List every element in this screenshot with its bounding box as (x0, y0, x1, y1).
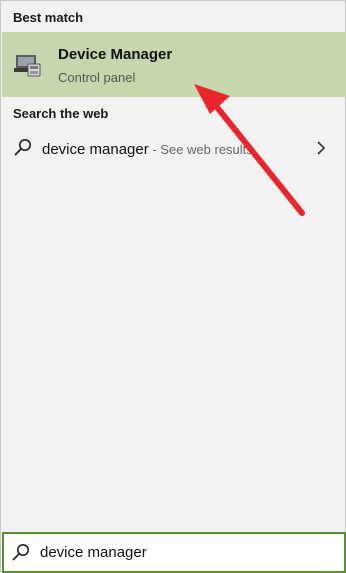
web-search-result[interactable]: device manager - See web results (2, 130, 346, 166)
search-icon (12, 544, 29, 561)
search-input[interactable] (40, 540, 330, 564)
chevron-right-icon[interactable] (316, 140, 326, 156)
web-hint: - See web results (148, 142, 253, 157)
web-result-text: device manager - See web results (42, 141, 253, 158)
best-match-device-manager[interactable]: Device Manager Control panel (2, 32, 346, 97)
device-manager-icon (14, 55, 41, 77)
web-query: device manager (42, 141, 149, 158)
app-subtitle: Control panel (58, 70, 136, 85)
search-results-panel: Best match Device Manager Control panel … (0, 0, 346, 573)
search-icon (14, 139, 31, 156)
best-match-header: Best match (13, 10, 84, 25)
search-box[interactable] (2, 532, 346, 573)
search-the-web-header: Search the web (13, 106, 109, 121)
app-title: Device Manager (58, 46, 173, 63)
